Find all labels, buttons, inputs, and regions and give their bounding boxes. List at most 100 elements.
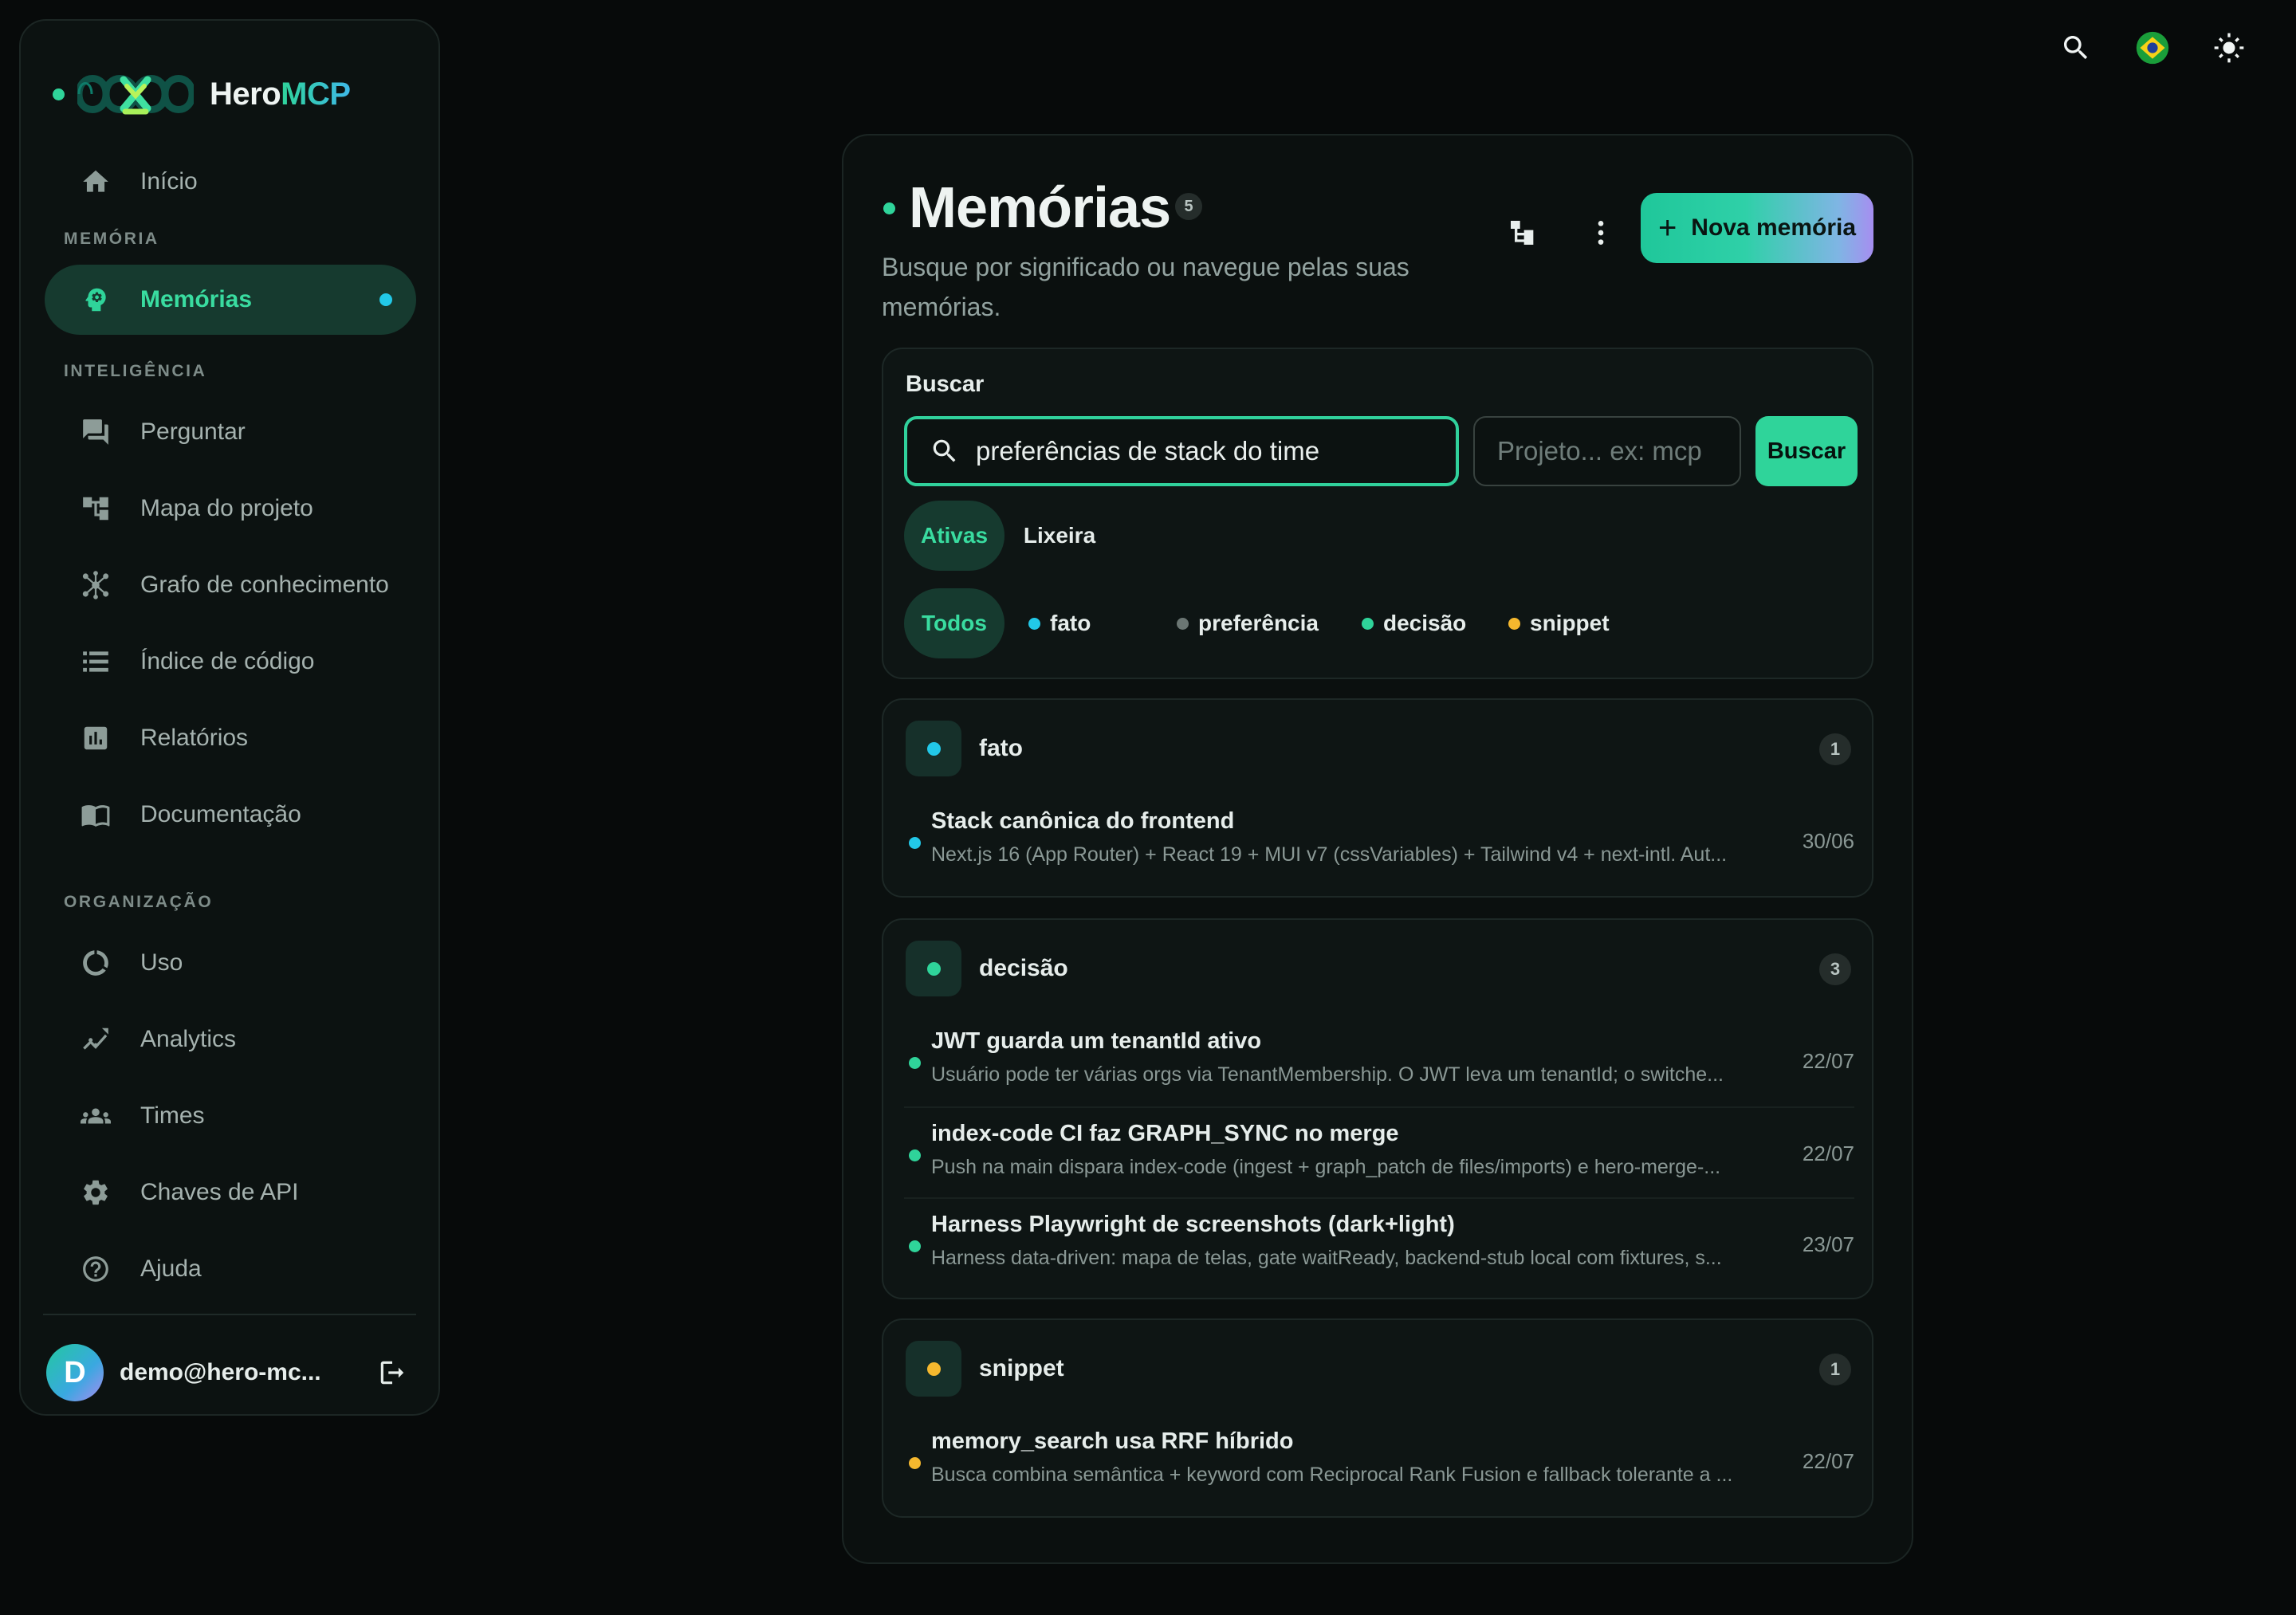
graph-icon (80, 569, 112, 601)
sidebar-item-label: Perguntar (140, 418, 246, 445)
tree-view-button[interactable] (1499, 209, 1547, 257)
memory-description: Push na main dispara index-code (ingest … (931, 1156, 1721, 1178)
sidebar-item-project-map[interactable]: Mapa do projeto (45, 473, 416, 544)
project-filter-placeholder: Projeto... ex: mcp (1497, 436, 1702, 466)
donut-icon (80, 947, 112, 979)
sidebar-item-label: Grafo de conhecimento (140, 572, 389, 598)
section-label-organization: ORGANIZAÇÃO (64, 893, 214, 911)
sidebar-item-label: Documentação (140, 801, 301, 827)
memory-type-dot (909, 1457, 921, 1469)
memory-item[interactable]: Stack canônica do frontend Next.js 16 (A… (904, 796, 1854, 886)
new-memory-label: Nova memória (1691, 214, 1857, 241)
theme-toggle-button[interactable] (2210, 29, 2248, 67)
fato-color-dot (1028, 617, 1040, 630)
brazil-flag-icon (2136, 31, 2169, 65)
search-input[interactable]: preferências de stack do time (904, 416, 1459, 486)
group-color-dot (926, 961, 941, 976)
group-icon (906, 941, 961, 996)
brand[interactable]: HeroMCP (53, 49, 351, 139)
chat-icon (80, 416, 112, 448)
language-button[interactable] (2133, 29, 2172, 67)
sidebar-item-label: Times (140, 1102, 205, 1129)
chart-icon (80, 722, 112, 754)
memory-type-dot (909, 1149, 921, 1161)
logout-icon (380, 1361, 404, 1385)
sidebar-item-label: Chaves de API (140, 1179, 299, 1205)
search-submit-button[interactable]: Buscar (1755, 416, 1858, 486)
group-color-dot (926, 1362, 941, 1376)
memory-group-decisao: decisão 3 JWT guarda um tenantId ativo U… (882, 918, 1873, 1299)
group-icon (906, 1341, 961, 1397)
memory-item[interactable]: index-code CI faz GRAPH_SYNC no merge Pu… (904, 1106, 1854, 1197)
more-options-button[interactable] (1577, 209, 1625, 257)
sidebar-divider (43, 1314, 416, 1315)
search-label: Buscar (906, 371, 985, 397)
filter-fato[interactable]: fato (1028, 607, 1091, 639)
sidebar-item-code-index[interactable]: Índice de código (45, 627, 416, 697)
sidebar-item-help[interactable]: Ajuda (45, 1234, 416, 1304)
filter-preferencia[interactable]: preferência (1177, 607, 1319, 639)
group-count-badge: 1 (1819, 1354, 1851, 1385)
search-button[interactable] (2057, 29, 2095, 67)
memory-group-fato: fato 1 Stack canônica do frontend Next.j… (882, 698, 1873, 898)
filter-all[interactable]: Todos (904, 588, 1005, 658)
sidebar-item-knowledge-graph[interactable]: Grafo de conhecimento (45, 550, 416, 620)
sidebar-item-label: Analytics (140, 1026, 237, 1052)
filter-decisao[interactable]: decisão (1362, 607, 1466, 639)
memories-panel: Memórias 5 Busque por significado ou nav… (842, 134, 1913, 1564)
tab-trash[interactable]: Lixeira (1016, 501, 1103, 571)
avatar[interactable]: D (46, 1344, 104, 1401)
preferencia-color-dot (1177, 617, 1189, 630)
memory-item[interactable]: memory_search usa RRF híbrido Busca comb… (904, 1416, 1854, 1507)
sidebar-item-home[interactable]: Início (45, 147, 416, 217)
people-icon (80, 1100, 112, 1132)
sidebar-item-analytics[interactable]: Analytics (45, 1004, 416, 1075)
infinity-logo-icon (77, 75, 194, 115)
group-title: fato (979, 735, 1023, 761)
group-title: decisão (979, 955, 1068, 981)
tab-active[interactable]: Ativas (904, 501, 1005, 571)
memory-description: Usuário pode ter várias orgs via TenantM… (931, 1063, 1724, 1086)
sidebar-item-ask[interactable]: Perguntar (45, 397, 416, 467)
filter-label: decisão (1383, 611, 1467, 635)
memory-date: 30/06 (1802, 829, 1854, 853)
sidebar-item-teams[interactable]: Times (45, 1081, 416, 1151)
sidebar: HeroMCP Início MEMÓRIA Memórias INTELIGÊ… (19, 19, 440, 1416)
sidebar-item-label: Memórias (140, 286, 253, 312)
plus-icon: + (1657, 210, 1677, 246)
sidebar-item-label: Mapa do projeto (140, 495, 313, 521)
sidebar-item-docs[interactable]: Documentação (45, 780, 416, 850)
logout-button[interactable] (375, 1355, 410, 1390)
new-memory-button[interactable]: + Nova memória (1641, 193, 1873, 263)
filter-snippet[interactable]: snippet (1508, 607, 1610, 639)
tree-icon (80, 493, 112, 525)
memory-title: memory_search usa RRF híbrido (931, 1428, 1294, 1454)
brain-icon (80, 284, 112, 316)
section-label-intelligence: INTELIGÊNCIA (64, 362, 207, 380)
search-icon (2064, 36, 2088, 60)
memory-item[interactable]: Harness Playwright de screenshots (dark+… (904, 1197, 1854, 1288)
sidebar-item-label: Relatórios (140, 725, 249, 751)
page-subtitle: Busque por significado ou navegue pelas … (882, 253, 1409, 321)
memory-item[interactable]: JWT guarda um tenantId ativo Usuário pod… (904, 1016, 1854, 1106)
filter-label: snippet (1530, 611, 1610, 635)
memory-date: 22/07 (1802, 1049, 1854, 1073)
project-filter-input[interactable]: Projeto... ex: mcp (1473, 416, 1741, 486)
sidebar-item-usage[interactable]: Uso (45, 928, 416, 998)
search-query-value: preferências de stack do time (976, 436, 1320, 466)
memory-title: index-code CI faz GRAPH_SYNC no merge (931, 1121, 1399, 1146)
memory-group-snippet: snippet 1 memory_search usa RRF híbrido … (882, 1318, 1873, 1518)
memory-type-dot (909, 1240, 921, 1252)
trend-icon (80, 1024, 112, 1055)
memory-date: 22/07 (1802, 1142, 1854, 1165)
sidebar-item-api-keys[interactable]: Chaves de API (45, 1157, 416, 1228)
sidebar-item-reports[interactable]: Relatórios (45, 703, 416, 773)
filter-label: fato (1050, 611, 1091, 635)
user-profile: D demo@hero-mc... (46, 1342, 418, 1403)
sidebar-item-memories[interactable]: Memórias (45, 265, 416, 335)
sidebar-item-label: Ajuda (140, 1255, 202, 1282)
book-icon (80, 799, 112, 831)
section-label-memory: MEMÓRIA (64, 230, 159, 248)
snippet-color-dot (1508, 617, 1520, 630)
more-vertical-icon (1598, 221, 1604, 245)
